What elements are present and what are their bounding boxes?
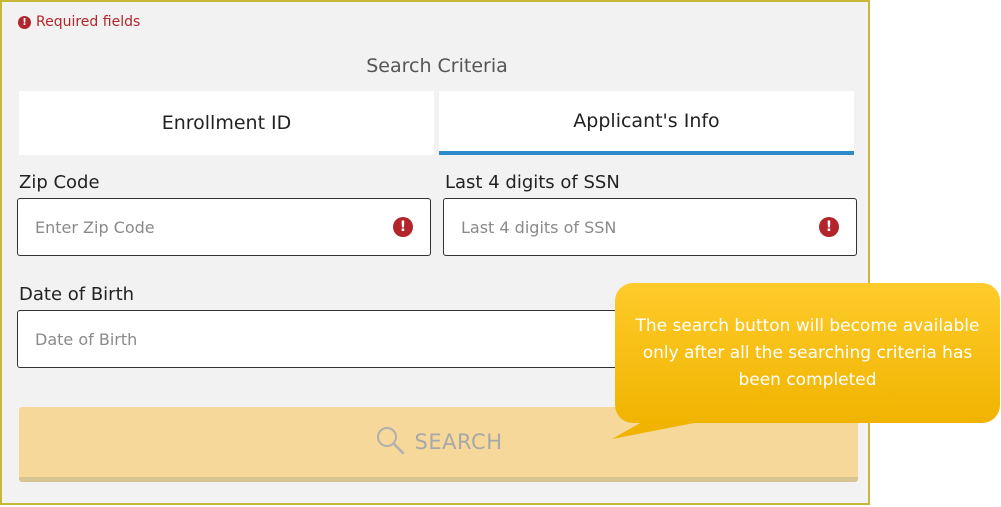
required-fields-note: ! Required fields: [18, 14, 140, 30]
callout-text: The search button will become available …: [635, 315, 980, 390]
zip-code-placeholder: Enter Zip Code: [35, 217, 155, 237]
tab-applicants-info-label: Applicant's Info: [573, 110, 720, 132]
required-fields-label: Required fields: [36, 14, 141, 30]
exclamation-icon: !: [18, 15, 31, 29]
date-of-birth-placeholder: Date of Birth: [35, 329, 138, 349]
error-icon: !: [819, 217, 839, 237]
ssn-input[interactable]: Last 4 digits of SSN !: [443, 198, 857, 256]
search-button-label: SEARCH: [414, 430, 503, 454]
tab-applicants-info[interactable]: Applicant's Info: [439, 91, 854, 155]
error-icon: !: [393, 217, 413, 237]
tab-enrollment-id-label: Enrollment ID: [161, 112, 292, 134]
zip-code-label: Zip Code: [19, 172, 100, 193]
search-tooltip-callout: The search button will become available …: [615, 283, 1000, 423]
zip-code-input[interactable]: Enter Zip Code !: [17, 198, 431, 256]
ssn-label: Last 4 digits of SSN: [445, 172, 620, 193]
date-of-birth-label: Date of Birth: [19, 284, 135, 305]
search-icon: [375, 425, 405, 460]
tab-enrollment-id[interactable]: Enrollment ID: [19, 91, 434, 155]
search-criteria-title: Search Criteria: [366, 55, 508, 77]
ssn-placeholder: Last 4 digits of SSN: [461, 217, 617, 237]
